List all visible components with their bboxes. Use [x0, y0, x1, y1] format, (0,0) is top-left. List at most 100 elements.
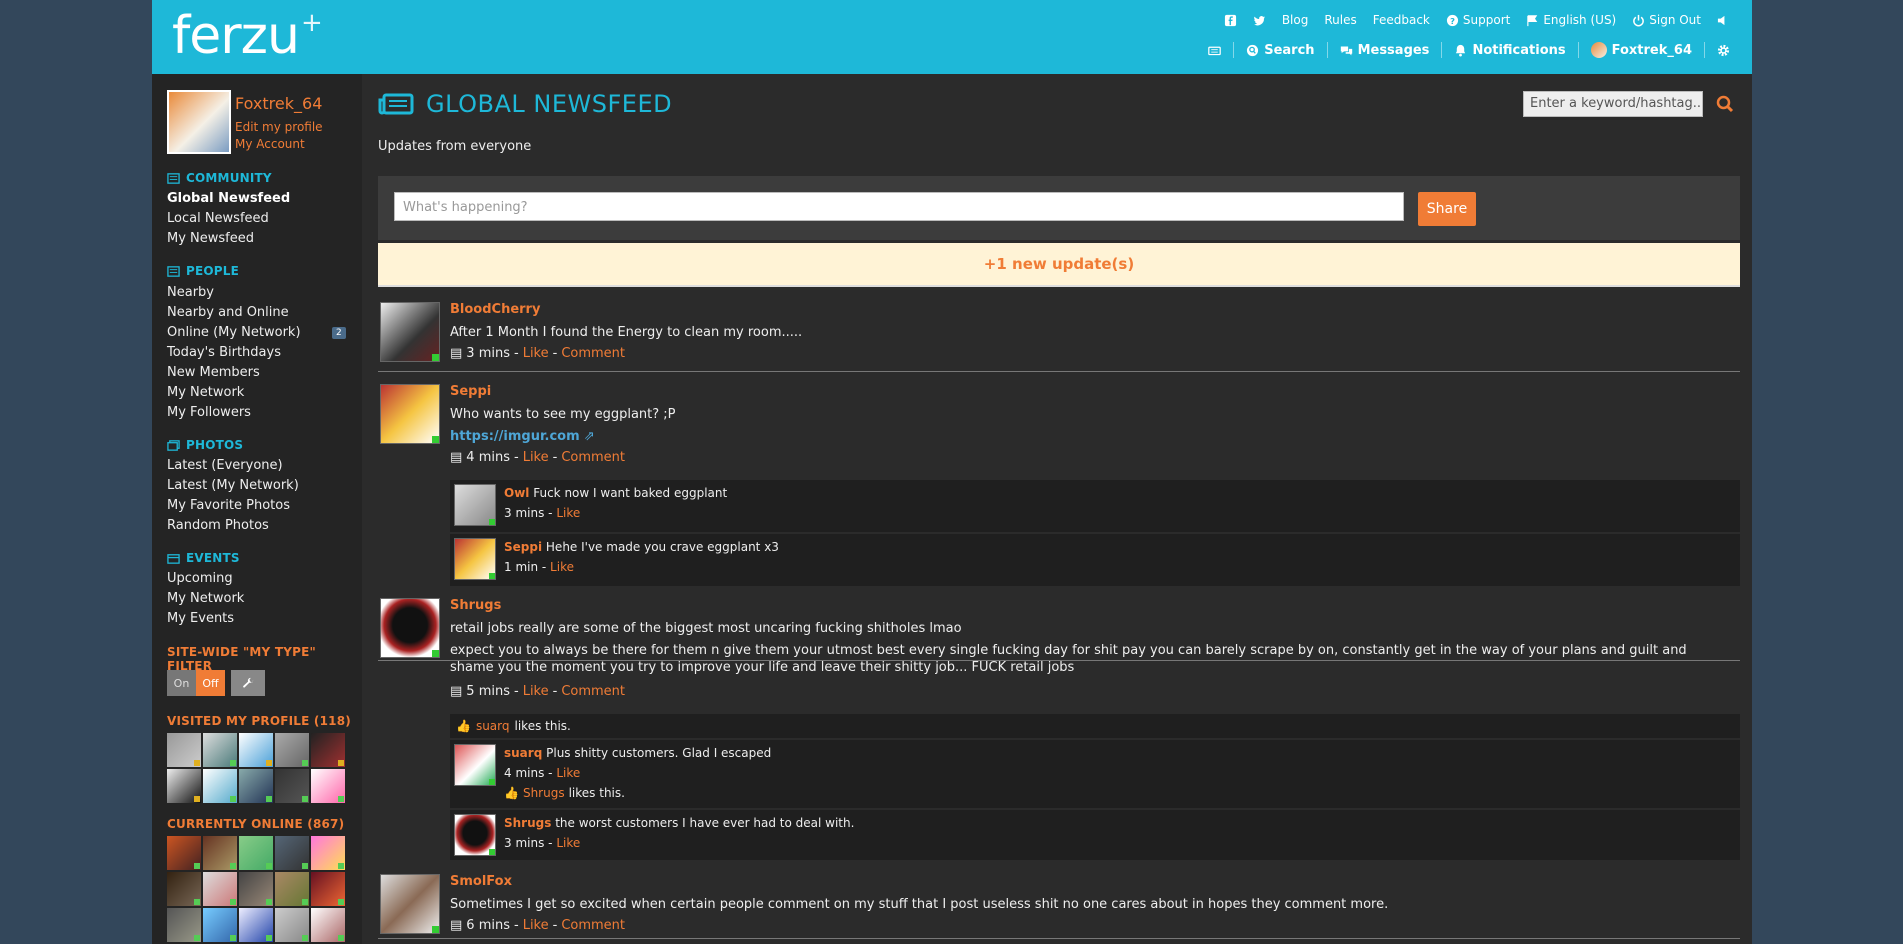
post-avatar[interactable]	[380, 874, 440, 934]
visitor-avatar[interactable]	[311, 769, 345, 803]
sidebar-item-birthdays[interactable]: Today's Birthdays	[167, 345, 281, 360]
sidebar-item-my-events[interactable]: My Events	[167, 611, 234, 626]
edit-profile-link[interactable]: Edit my profile	[235, 120, 323, 134]
comment-like-button[interactable]: Like	[556, 836, 580, 850]
logo[interactable]: ferzu+	[172, 6, 323, 75]
post-avatar[interactable]	[380, 384, 440, 444]
my-account-link[interactable]: My Account	[235, 137, 305, 151]
sidebar-item-network-events[interactable]: My Network	[167, 591, 244, 606]
filter-on-button[interactable]: On	[167, 670, 196, 696]
sidebar-item-nearby[interactable]: Nearby	[167, 285, 214, 300]
liker-name[interactable]: suarq	[476, 719, 510, 733]
sidebar-item-my-newsfeed[interactable]: My Newsfeed	[167, 231, 254, 246]
nav-messages[interactable]: Messages	[1340, 43, 1429, 58]
nav-search[interactable]: Search	[1246, 43, 1315, 58]
sound-icon[interactable]	[1717, 13, 1730, 27]
sidebar-item-nearby-online[interactable]: Nearby and Online	[167, 305, 289, 320]
sidebar-item-favorite-photos[interactable]: My Favorite Photos	[167, 498, 290, 513]
sidebar-item-my-network[interactable]: My Network	[167, 385, 244, 400]
status-input[interactable]: What's happening?	[394, 192, 1404, 221]
search-icon[interactable]	[1716, 95, 1734, 117]
online-avatar[interactable]	[311, 872, 345, 906]
language-link[interactable]: English (US)	[1526, 13, 1616, 27]
online-avatar[interactable]	[311, 836, 345, 870]
online-avatar[interactable]	[275, 872, 309, 906]
like-button[interactable]: Like	[523, 450, 549, 465]
comment-button[interactable]: Comment	[561, 450, 625, 465]
comment-avatar[interactable]	[454, 744, 496, 786]
comment-author[interactable]: Shrugs	[504, 816, 551, 830]
support-link[interactable]: ? Support	[1446, 13, 1510, 27]
post-avatar[interactable]	[380, 302, 440, 362]
comment-author[interactable]: suarq	[504, 746, 542, 760]
post-avatar[interactable]	[380, 598, 440, 658]
post-author[interactable]: SmolFox	[450, 874, 512, 889]
feedback-link[interactable]: Feedback	[1373, 13, 1430, 27]
sidebar-item-local-newsfeed[interactable]: Local Newsfeed	[167, 211, 269, 226]
nav-user[interactable]: Foxtrek_64	[1590, 42, 1692, 58]
post-author[interactable]: Seppi	[450, 384, 491, 399]
twitter-icon[interactable]	[1253, 13, 1266, 27]
online-avatar[interactable]	[311, 908, 345, 942]
online-avatar[interactable]	[275, 908, 309, 942]
online-avatar[interactable]	[167, 872, 201, 906]
sidebar-item-global-newsfeed[interactable]: Global Newsfeed	[167, 191, 290, 206]
sidebar-item-upcoming[interactable]: Upcoming	[167, 571, 233, 586]
profile-avatar[interactable]	[167, 90, 231, 154]
comment-like-button[interactable]: Like	[556, 506, 580, 520]
gear-icon[interactable]	[1717, 44, 1730, 57]
filter-off-button[interactable]: Off	[196, 670, 225, 696]
post-link[interactable]: https://imgur.com ⇗	[450, 428, 595, 445]
visitor-avatar[interactable]	[311, 733, 345, 767]
comment-button[interactable]: Comment	[561, 684, 625, 699]
visitor-avatar[interactable]	[203, 769, 237, 803]
post-author[interactable]: Shrugs	[450, 598, 501, 613]
sidebar-item-new-members[interactable]: New Members	[167, 365, 260, 380]
share-button[interactable]: Share	[1418, 192, 1476, 226]
visitor-avatar[interactable]	[167, 733, 201, 767]
facebook-icon[interactable]	[1224, 13, 1237, 27]
visitor-avatar[interactable]	[239, 769, 273, 803]
comment-author[interactable]: Owl	[504, 486, 529, 500]
sidebar-item-latest-everyone[interactable]: Latest (Everyone)	[167, 458, 283, 473]
visitor-avatar[interactable]	[239, 733, 273, 767]
online-avatar[interactable]	[203, 836, 237, 870]
blog-link[interactable]: Blog	[1282, 13, 1309, 27]
online-avatar[interactable]	[167, 836, 201, 870]
comment-button[interactable]: Comment	[561, 346, 625, 361]
comment-avatar[interactable]	[454, 538, 496, 580]
online-avatar[interactable]	[167, 908, 201, 942]
sidebar-item-online-network[interactable]: Online (My Network)	[167, 325, 301, 340]
sidebar-item-my-followers[interactable]: My Followers	[167, 405, 251, 420]
comment-like-button[interactable]: Like	[556, 766, 580, 780]
visitor-avatar[interactable]	[203, 733, 237, 767]
wrench-icon[interactable]	[231, 670, 265, 696]
profile-username[interactable]: Foxtrek_64	[235, 94, 322, 113]
visitor-avatar[interactable]	[275, 733, 309, 767]
like-button[interactable]: Like	[523, 918, 549, 933]
comment-button[interactable]: Comment	[561, 918, 625, 933]
visitor-avatar[interactable]	[275, 769, 309, 803]
online-avatar[interactable]	[239, 836, 273, 870]
sidebar-item-random-photos[interactable]: Random Photos	[167, 518, 269, 533]
like-button[interactable]: Like	[523, 684, 549, 699]
post-author[interactable]: BloodCherry	[450, 302, 540, 317]
new-updates-banner[interactable]: +1 new update(s)	[378, 243, 1740, 287]
comment-avatar[interactable]	[454, 484, 496, 526]
online-avatar[interactable]	[239, 908, 273, 942]
sidebar-item-latest-network[interactable]: Latest (My Network)	[167, 478, 299, 493]
comment-avatar[interactable]	[454, 814, 496, 856]
rules-link[interactable]: Rules	[1324, 13, 1356, 27]
online-avatar[interactable]	[275, 836, 309, 870]
liker-name[interactable]: Shrugs	[523, 786, 565, 800]
online-avatar[interactable]	[239, 872, 273, 906]
hashtag-search-input[interactable]: Enter a keyword/hashtag...	[1523, 91, 1703, 117]
online-avatar[interactable]	[203, 908, 237, 942]
visitor-avatar[interactable]	[167, 769, 201, 803]
newsfeed-icon[interactable]	[1208, 44, 1222, 57]
online-avatar[interactable]	[203, 872, 237, 906]
nav-notifications[interactable]: Notifications	[1454, 43, 1566, 58]
signout-link[interactable]: Sign Out	[1632, 13, 1701, 27]
like-button[interactable]: Like	[523, 346, 549, 361]
comment-like-button[interactable]: Like	[550, 560, 574, 574]
